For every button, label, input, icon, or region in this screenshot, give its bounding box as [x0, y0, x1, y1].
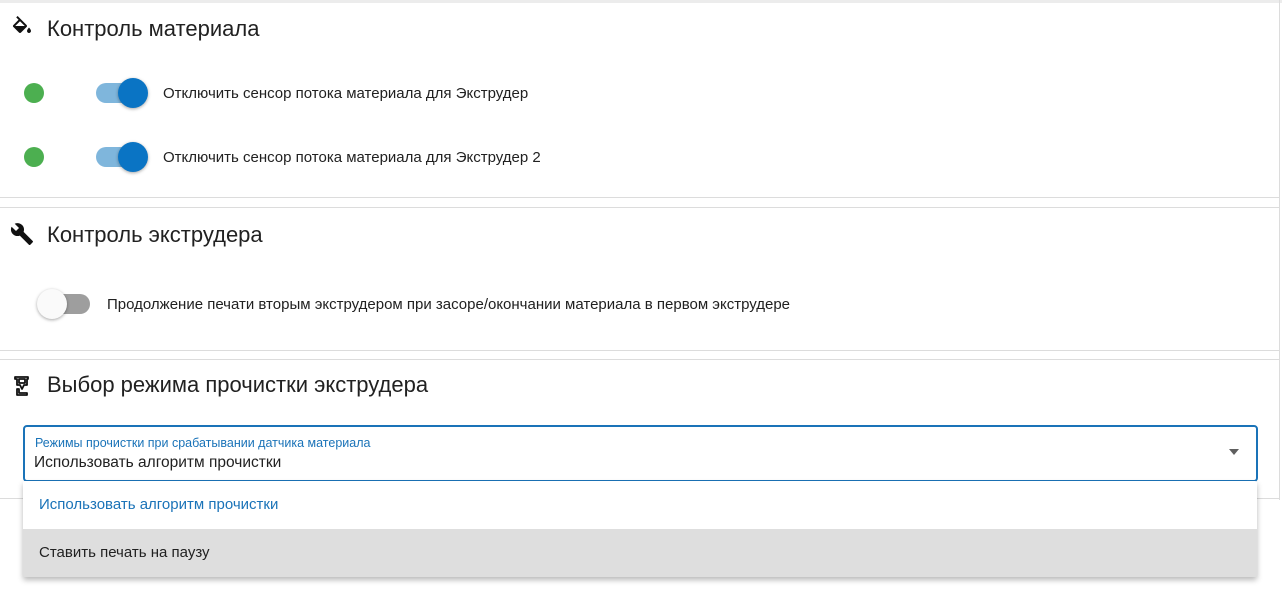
dropdown-arrow-icon[interactable]	[1229, 449, 1239, 455]
top-divider	[0, 0, 1282, 3]
continue-second-extruder-label: Продолжение печати вторым экструдером пр…	[107, 296, 791, 313]
nozzle-icon	[14, 376, 29, 396]
menu-option-use-cleaning-algorithm[interactable]: Использовать алгоритм прочистки	[23, 481, 1257, 529]
menu-option-label: Ставить печать на паузу	[39, 544, 210, 561]
scrollbar-edge	[1279, 0, 1280, 500]
select-floating-label: Режимы прочистки при срабатывании датчик…	[35, 436, 371, 450]
toggle-knob[interactable]	[37, 289, 67, 319]
toggle-knob[interactable]	[118, 78, 148, 108]
material-section-title: Контроль материала	[47, 16, 260, 41]
extruder-section-title: Контроль экструдера	[47, 222, 263, 247]
sensor-status-indicator	[24, 147, 44, 167]
cleaning-mode-select[interactable]: Режимы прочистки при срабатывании датчик…	[23, 425, 1258, 482]
extruder-control-section: Контроль экструдера Продолжение печати в…	[0, 207, 1279, 351]
toggle-knob[interactable]	[118, 142, 148, 172]
cleaning-mode-menu: Использовать алгоритм прочистки Ставить …	[23, 481, 1257, 577]
disable-sensor-extruder2-label: Отключить сенсор потока материала для Эк…	[163, 149, 541, 166]
paint-bucket-icon	[12, 16, 31, 33]
cleaning-section-title: Выбор режима прочистки экструдера	[47, 372, 429, 397]
sensor-status-indicator	[24, 83, 44, 103]
disable-sensor-extruder-label: Отключить сенсор потока материала для Эк…	[163, 85, 529, 102]
select-current-value: Использовать алгоритм прочистки	[34, 454, 282, 471]
wrench-icon	[10, 223, 33, 245]
menu-option-pause-print[interactable]: Ставить печать на паузу	[23, 529, 1257, 577]
menu-option-label: Использовать алгоритм прочистки	[39, 496, 279, 513]
material-control-section: Контроль материала Отключить сенсор пото…	[0, 4, 1279, 198]
